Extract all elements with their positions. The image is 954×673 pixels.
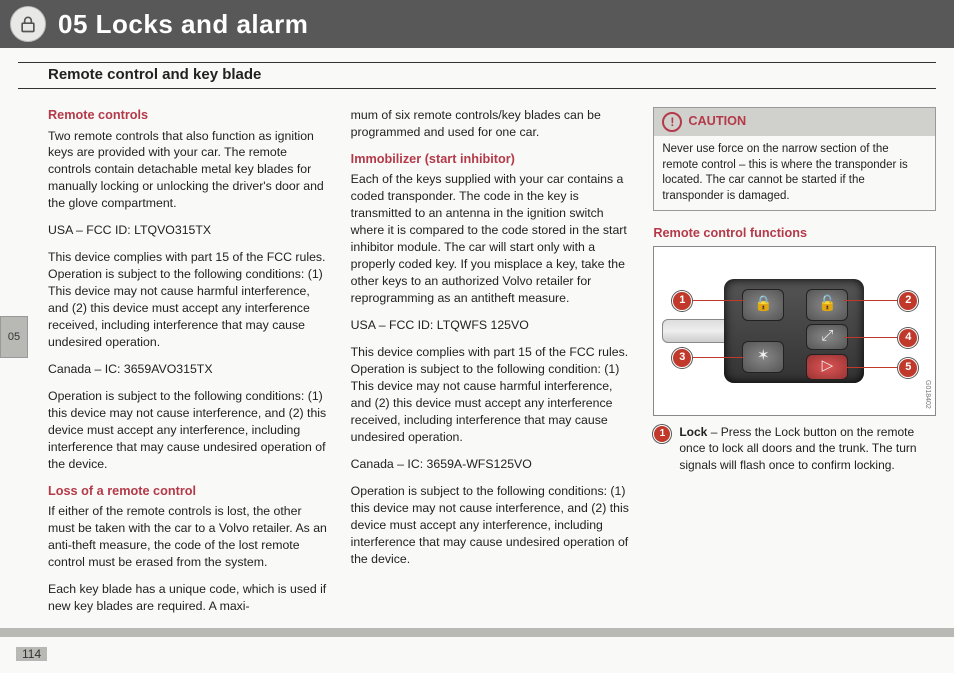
caution-body: Never use force on the narrow section of… (654, 136, 935, 210)
callout-line (844, 337, 900, 338)
panic-button-icon: ▷ (806, 354, 848, 380)
body-text: Two remote controls that also function a… (48, 128, 331, 213)
trunk-button-icon: ⤢ (806, 324, 848, 350)
warning-icon: ! (662, 112, 682, 132)
unlock-button-icon: 🔓 (806, 289, 848, 321)
page-number: 114 (16, 647, 47, 661)
column-1: Remote controls Two remote controls that… (48, 97, 331, 625)
caution-box: ! CAUTION Never use force on the narrow … (653, 107, 936, 211)
function-lock-label: Lock (679, 425, 707, 439)
heading-remote-controls: Remote controls (48, 107, 331, 125)
chapter-header: 05 Locks and alarm (0, 0, 954, 48)
callout-line (844, 300, 900, 301)
heading-loss-remote: Loss of a remote control (48, 483, 331, 501)
chapter-side-tab: 05 (0, 316, 28, 358)
column-3: ! CAUTION Never use force on the narrow … (653, 97, 936, 625)
body-text: USA – FCC ID: LTQVO315TX (48, 222, 331, 239)
content-columns: Remote controls Two remote controls that… (0, 89, 954, 625)
callout-3: 3 (672, 348, 692, 368)
body-text: USA – FCC ID: LTQWFS 125VO (351, 317, 634, 334)
body-text: Canada – IC: 3659A-WFS125VO (351, 456, 634, 473)
footer-stripe (0, 628, 954, 637)
lock-chapter-icon (10, 6, 46, 42)
body-text: Each of the keys supplied with your car … (351, 171, 634, 307)
key-body-graphic: 🔒 🔓 ✶ ⤢ ▷ (724, 279, 864, 383)
lock-button-icon: 🔒 (742, 289, 784, 321)
chapter-title: 05 Locks and alarm (58, 9, 308, 40)
callout-1-inline: 1 (653, 425, 671, 443)
body-text: Operation is subject to the following co… (351, 483, 634, 568)
section-bar: Remote control and key blade (18, 62, 936, 89)
body-text: This device complies with part 15 of the… (48, 249, 331, 351)
body-text: Operation is subject to the following co… (48, 388, 331, 473)
heading-remote-functions: Remote control functions (653, 225, 936, 243)
body-text: Canada – IC: 3659AVO315TX (48, 361, 331, 378)
section-title: Remote control and key blade (48, 66, 261, 83)
callout-4: 4 (898, 328, 918, 348)
column-2: mum of six remote controls/key blades ca… (351, 97, 634, 625)
callout-line (684, 357, 744, 358)
caution-title: CAUTION (688, 113, 746, 131)
callout-line (684, 300, 744, 301)
body-text: This device complies with part 15 of the… (351, 344, 634, 446)
body-text: If either of the remote controls is lost… (48, 503, 331, 571)
body-text: Each key blade has a unique code, which … (48, 581, 331, 615)
function-lock-desc: – Press the Lock button on the remote on… (679, 425, 916, 472)
callout-2: 2 (898, 291, 918, 311)
callout-1: 1 (672, 291, 692, 311)
caution-header: ! CAUTION (654, 108, 935, 136)
illustration-id: G018402 (922, 380, 932, 409)
callout-line (844, 367, 900, 368)
remote-illustration: 🔒 🔓 ✶ ⤢ ▷ 1 2 3 4 5 G018402 (653, 246, 936, 416)
heading-immobilizer: Immobilizer (start inhibitor) (351, 151, 634, 169)
function-lock-text: Lock – Press the Lock button on the remo… (679, 424, 936, 474)
function-list-item: 1 Lock – Press the Lock button on the re… (653, 424, 936, 474)
callout-5: 5 (898, 358, 918, 378)
light-button-icon: ✶ (742, 341, 784, 373)
body-text: mum of six remote controls/key blades ca… (351, 107, 634, 141)
